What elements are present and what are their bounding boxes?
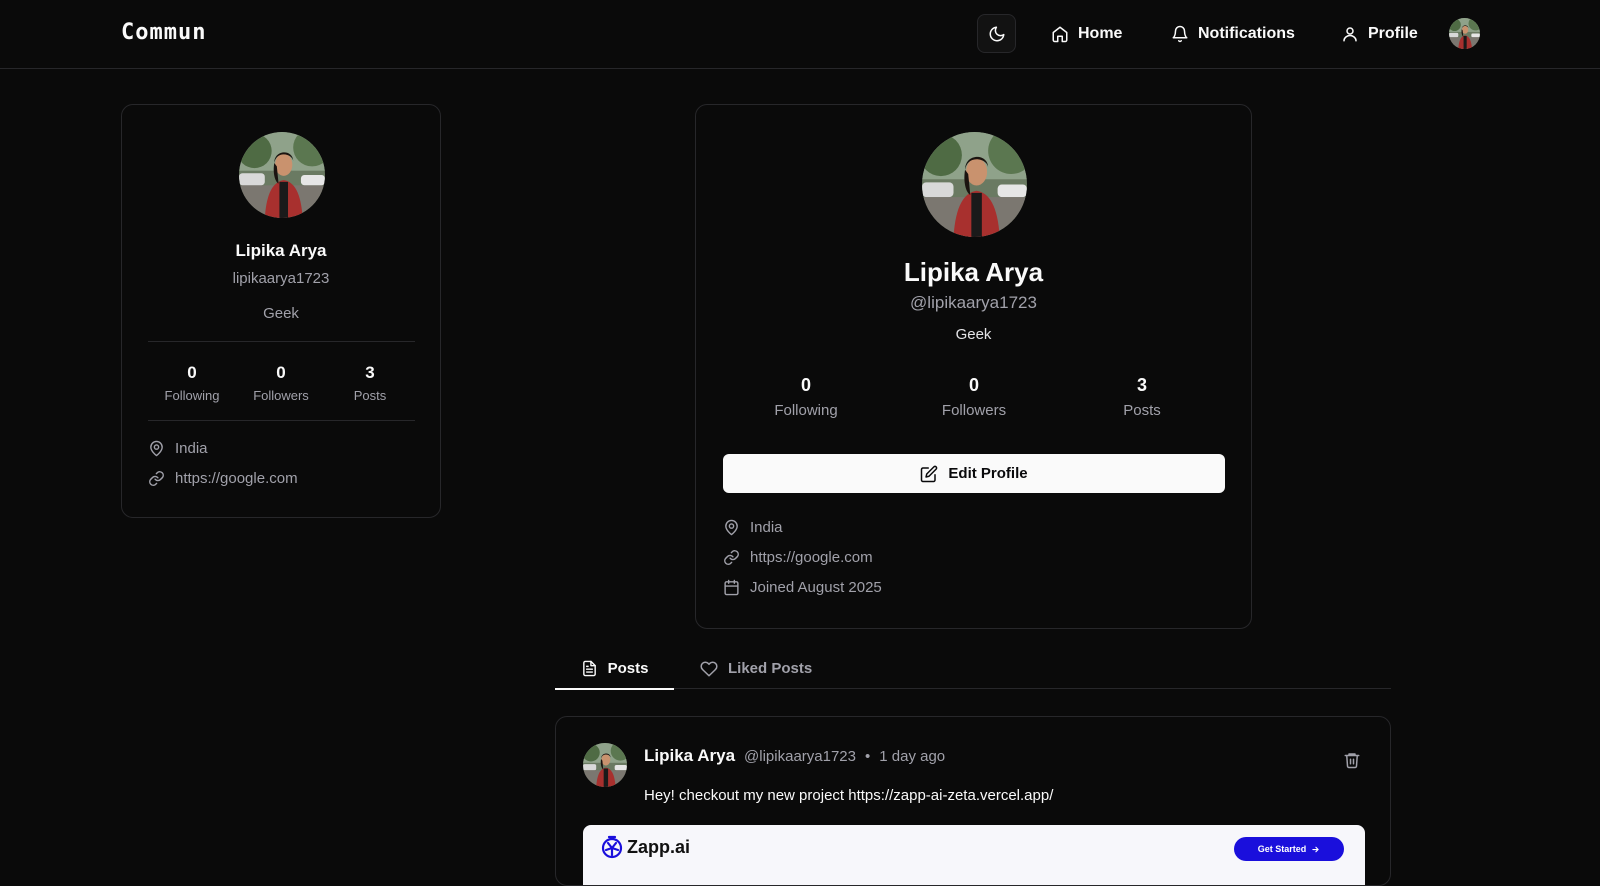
- post-content: Hey! checkout my new project https://zap…: [644, 787, 1054, 804]
- nav-profile-label: Profile: [1368, 25, 1418, 42]
- website-link[interactable]: https://google.com: [175, 470, 298, 487]
- profile-handle: @lipikaarya1723: [910, 293, 1037, 312]
- location-text: India: [175, 440, 208, 457]
- profile-stat-followers[interactable]: 0 Followers: [914, 375, 1034, 419]
- heart-icon: [700, 660, 718, 678]
- nav-notifications-link[interactable]: Notifications: [1171, 22, 1295, 46]
- top-navigation-bar: Commun Home Notifications Profile: [0, 0, 1600, 69]
- profile-bio: Geek: [955, 326, 992, 343]
- trash-icon: [1343, 751, 1361, 769]
- sidebar-bio: Geek: [263, 305, 299, 322]
- bell-icon: [1171, 25, 1189, 43]
- stat-label: Following: [164, 388, 220, 403]
- calendar-icon: [723, 579, 740, 596]
- post-author-avatar[interactable]: [583, 743, 627, 787]
- sidebar-stat-posts: 3 Posts: [325, 363, 415, 403]
- edit-profile-button[interactable]: Edit Profile: [723, 454, 1225, 493]
- preview-logo: Zapp.ai: [600, 835, 690, 859]
- map-pin-icon: [723, 519, 740, 536]
- stat-label: Posts: [353, 388, 387, 403]
- post-author-name[interactable]: Lipika Arya: [644, 746, 735, 766]
- stat-value: 0: [800, 375, 811, 395]
- profile-tabs: Posts Liked Posts: [555, 660, 1391, 690]
- preview-get-started-button[interactable]: Get Started: [1234, 837, 1344, 861]
- divider: [148, 341, 415, 342]
- link-icon: [723, 549, 740, 566]
- tab-posts[interactable]: Posts: [555, 660, 674, 690]
- location-text: India: [750, 519, 783, 536]
- stat-label: Posts: [1123, 402, 1161, 419]
- arrow-right-icon: [1311, 845, 1320, 854]
- map-pin-icon: [148, 440, 165, 457]
- edit-icon: [920, 465, 938, 483]
- home-icon: [1051, 25, 1069, 43]
- website-link[interactable]: https://google.com: [750, 549, 873, 566]
- preview-logo-text: Zapp.ai: [627, 836, 691, 857]
- sidebar-name: Lipika Arya: [235, 241, 327, 260]
- sidebar-stat-followers: 0 Followers: [236, 363, 326, 403]
- stat-label: Followers: [253, 388, 309, 403]
- sidebar-avatar: [239, 132, 325, 218]
- sidebar-username: lipikaarya1723: [232, 270, 330, 287]
- profile-joined-date: Joined August 2025: [723, 579, 882, 596]
- edit-profile-label: Edit Profile: [948, 465, 1028, 482]
- stat-label: Following: [774, 402, 838, 419]
- stat-value: 3: [1136, 375, 1147, 395]
- delete-post-button[interactable]: [1343, 751, 1361, 769]
- stat-value: 0: [968, 375, 979, 395]
- profile-location: India: [723, 519, 783, 536]
- tab-liked-label: Liked Posts: [728, 660, 813, 677]
- nav-notifications-label: Notifications: [1198, 25, 1295, 42]
- link-preview[interactable]: Zapp.ai Get Started: [583, 825, 1365, 885]
- profile-stat-following[interactable]: 0 Following: [746, 375, 866, 419]
- user-avatar-menu[interactable]: [1449, 18, 1480, 49]
- profile-avatar: [922, 132, 1027, 237]
- profile-website[interactable]: https://google.com: [723, 549, 873, 566]
- preview-cta-label: Get Started: [1257, 844, 1307, 854]
- nav-home-label: Home: [1078, 25, 1123, 42]
- nav-home-link[interactable]: Home: [1051, 22, 1122, 46]
- user-icon: [1341, 25, 1359, 43]
- zapp-logo-icon: [600, 835, 624, 859]
- moon-icon: [988, 25, 1006, 43]
- post-header: Lipika Arya @lipikaarya1723 • 1 day ago: [644, 746, 945, 766]
- sidebar-stat-following: 0 Following: [147, 363, 237, 403]
- sidebar-website[interactable]: https://google.com: [148, 470, 298, 487]
- tab-posts-label: Posts: [607, 660, 649, 677]
- divider: [148, 420, 415, 421]
- profile-name: Lipika Arya: [903, 257, 1044, 287]
- stat-label: Followers: [941, 402, 1007, 419]
- brand-logo[interactable]: Commun: [121, 20, 206, 45]
- nav-profile-link[interactable]: Profile: [1341, 22, 1418, 46]
- sidebar-profile-card: Lipika Arya lipikaarya1723 Geek 0 Follow…: [121, 104, 441, 518]
- stat-value: 3: [365, 363, 375, 382]
- joined-text: Joined August 2025: [750, 579, 882, 596]
- post-card: Lipika Arya @lipikaarya1723 • 1 day ago …: [555, 716, 1391, 886]
- post-author-handle[interactable]: @lipikaarya1723: [744, 748, 856, 765]
- profile-card: Lipika Arya @lipikaarya1723 Geek 0 Follo…: [695, 104, 1252, 629]
- sidebar-location: India: [148, 440, 208, 457]
- stat-value: 0: [276, 363, 286, 382]
- stat-value: 0: [187, 363, 197, 382]
- link-icon: [148, 470, 165, 487]
- profile-stat-posts[interactable]: 3 Posts: [1082, 375, 1202, 419]
- tab-liked-posts[interactable]: Liked Posts: [700, 660, 812, 689]
- theme-toggle-button[interactable]: [977, 14, 1016, 53]
- file-text-icon: [581, 660, 598, 677]
- post-separator: •: [865, 748, 871, 765]
- post-timestamp: 1 day ago: [879, 748, 946, 765]
